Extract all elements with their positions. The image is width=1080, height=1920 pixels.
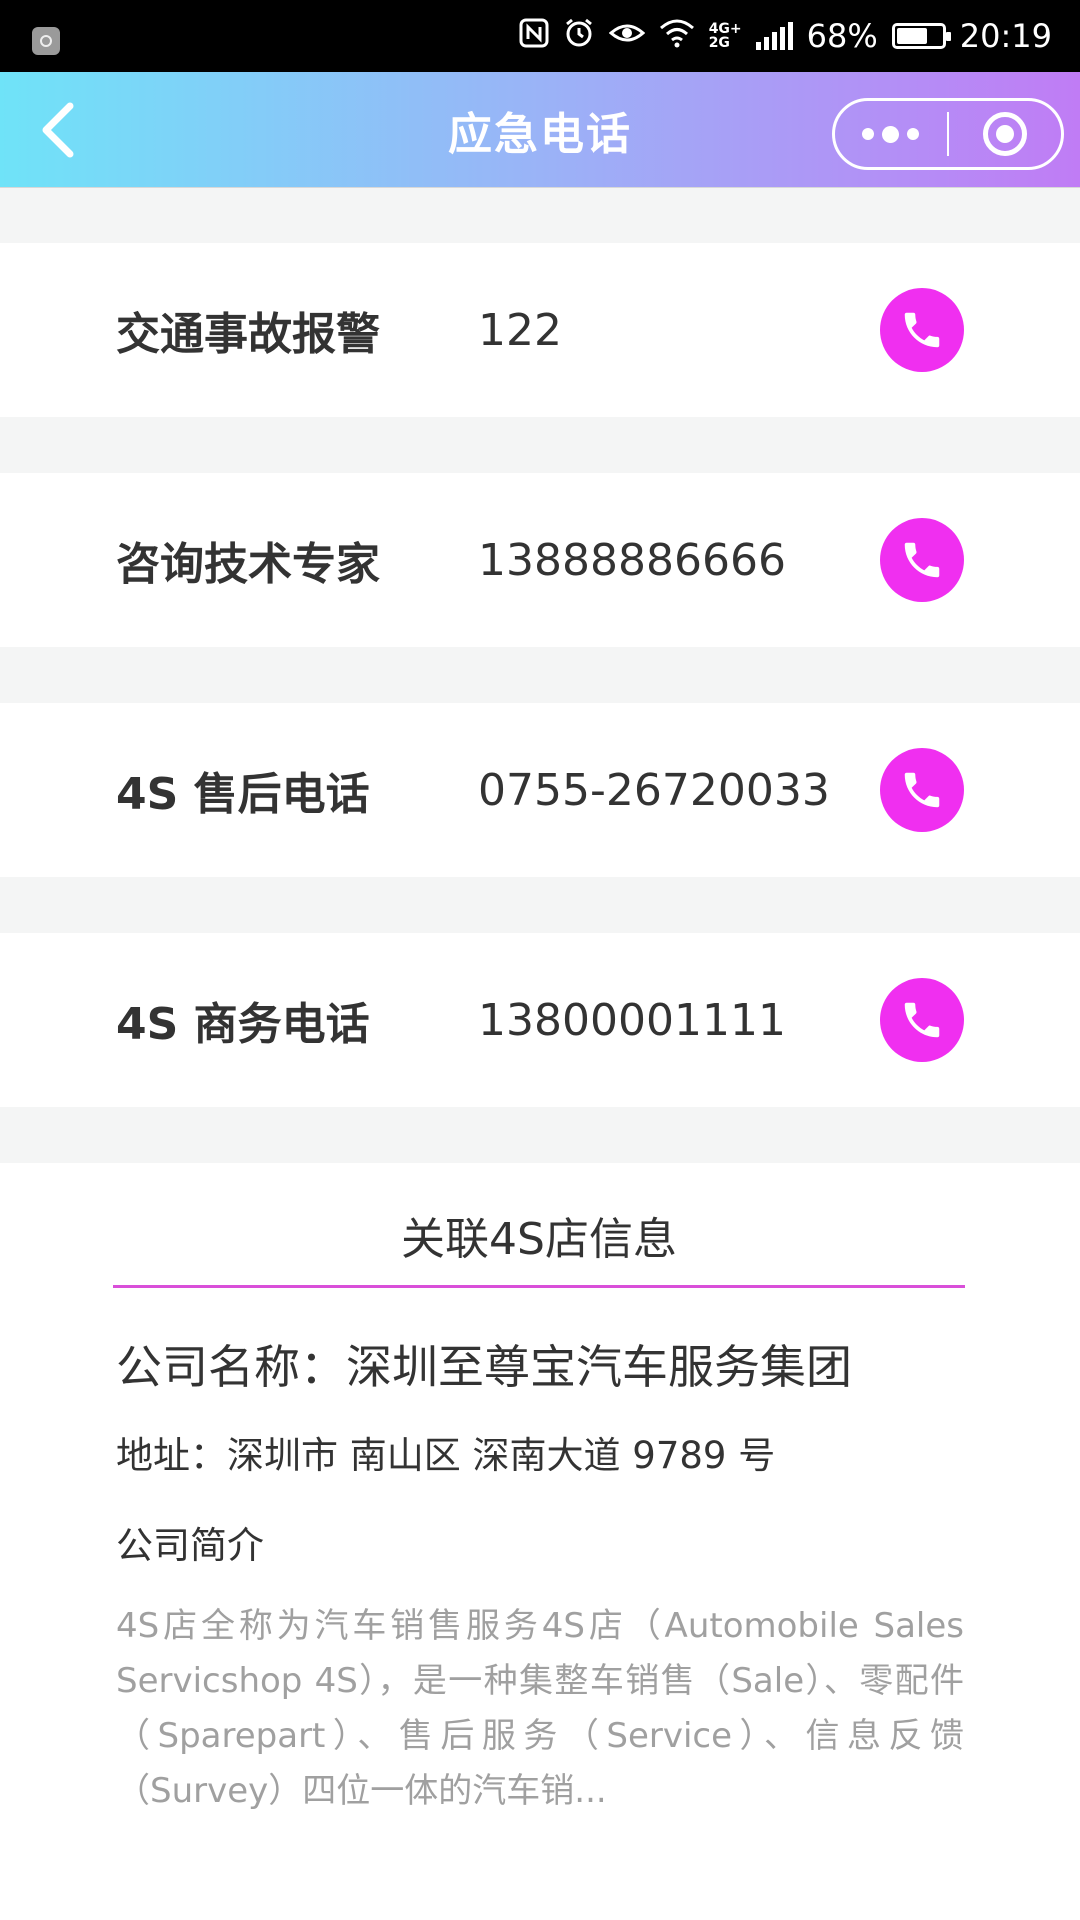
contact-row: 4S 售后电话 0755-26720033 xyxy=(0,703,1080,877)
status-bar: 4G+ 2G 68% 20:19 xyxy=(0,0,1080,72)
phone-icon xyxy=(904,312,940,348)
contact-number: 13800001111 xyxy=(478,994,786,1046)
phone-icon xyxy=(904,1002,940,1038)
phone-icon xyxy=(904,542,940,578)
call-button[interactable] xyxy=(880,978,964,1062)
target-circle-icon xyxy=(983,112,1028,156)
contact-number: 13888886666 xyxy=(478,534,786,586)
network-type-top: 4G+ xyxy=(708,21,742,37)
contact-name: 咨询技术专家 xyxy=(116,539,380,590)
alarm-icon xyxy=(563,17,595,55)
chevron-left-icon xyxy=(42,102,74,158)
contact-row: 咨询技术专家 13888886666 xyxy=(0,473,1080,647)
close-button[interactable] xyxy=(949,101,1061,167)
battery-fill xyxy=(896,28,927,44)
phone-icon xyxy=(904,772,940,808)
mini-program-capsule xyxy=(832,98,1064,170)
nfc-icon xyxy=(519,18,549,54)
more-button[interactable] xyxy=(835,101,947,167)
contact-row: 4S 商务电话 13800001111 xyxy=(0,933,1080,1107)
status-left xyxy=(32,17,60,55)
nav-bar: 应急电话 xyxy=(0,72,1080,188)
network-type-bottom: 2G xyxy=(708,35,730,51)
page-title: 应急电话 xyxy=(448,108,632,160)
notification-app-icon xyxy=(32,27,60,55)
contact-number: 0755-26720033 xyxy=(478,764,830,816)
more-dot-icon xyxy=(907,128,920,140)
shop-info-title: 关联4S店信息 xyxy=(401,1214,677,1265)
company-name: 公司名称：深圳至尊宝汽车服务集团 xyxy=(116,1340,852,1394)
call-button[interactable] xyxy=(880,748,964,832)
wifi-icon xyxy=(659,18,695,54)
battery-icon xyxy=(891,23,951,49)
call-button[interactable] xyxy=(880,518,964,602)
shop-info-section: 关联4S店信息 公司名称：深圳至尊宝汽车服务集团 地址：深圳市 南山区 深南大道… xyxy=(0,1163,1080,1920)
more-dot-icon xyxy=(862,128,875,140)
status-time: 20:19 xyxy=(959,17,1052,55)
company-intro-heading: 公司简介 xyxy=(116,1524,264,1567)
more-dot-icon xyxy=(882,125,900,143)
contact-number: 122 xyxy=(478,304,562,356)
contact-name: 交通事故报警 xyxy=(116,309,380,360)
battery-percent: 68% xyxy=(806,17,878,55)
contact-name: 4S 商务电话 xyxy=(116,999,370,1050)
back-button[interactable] xyxy=(28,100,88,160)
status-right: 4G+ 2G 68% 20:19 xyxy=(519,17,1052,55)
signal-icon xyxy=(755,22,793,50)
emergency-contact-list: 交通事故报警 122 咨询技术专家 13888886666 4S 售后电话 07… xyxy=(0,243,1080,1163)
contact-name: 4S 售后电话 xyxy=(116,769,370,820)
call-button[interactable] xyxy=(880,288,964,372)
title-underline xyxy=(113,1285,965,1288)
company-address: 地址：深圳市 南山区 深南大道 9789 号 xyxy=(116,1434,776,1477)
company-intro-text: 4S店全称为汽车销售服务4S店（Automobile Sales Servics… xyxy=(116,1606,964,1811)
contact-row: 交通事故报警 122 xyxy=(0,243,1080,417)
eye-icon xyxy=(608,19,645,53)
network-type: 4G+ 2G xyxy=(709,22,742,50)
